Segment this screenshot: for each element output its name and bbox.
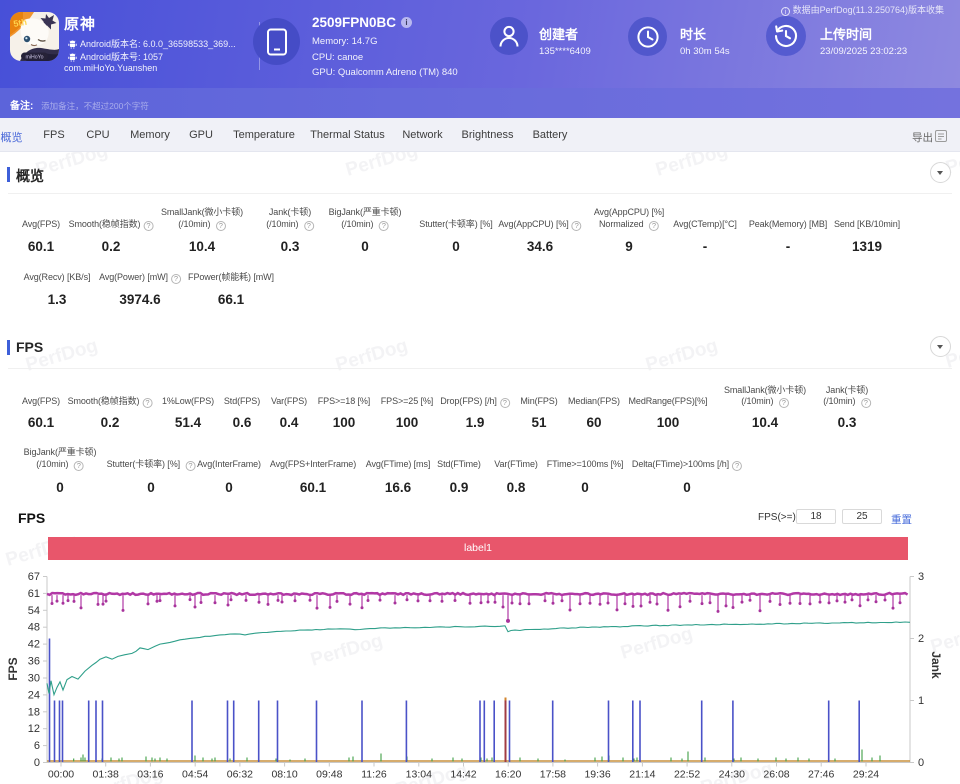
- svg-text:54: 54: [28, 605, 40, 617]
- svg-text:48: 48: [28, 622, 40, 634]
- svg-text:2: 2: [918, 633, 924, 645]
- svg-text:6: 6: [34, 740, 40, 752]
- svg-text:0: 0: [34, 757, 40, 769]
- svg-text:61: 61: [28, 588, 40, 600]
- svg-text:67: 67: [28, 571, 40, 583]
- svg-text:00:00: 00:00: [48, 769, 74, 781]
- svg-text:03:16: 03:16: [137, 769, 163, 781]
- svg-text:18: 18: [28, 706, 40, 718]
- svg-text:Jank: Jank: [929, 651, 943, 679]
- svg-text:09:48: 09:48: [316, 769, 342, 781]
- svg-text:30: 30: [28, 673, 40, 685]
- svg-text:08:10: 08:10: [271, 769, 297, 781]
- svg-text:36: 36: [28, 656, 40, 668]
- svg-text:1: 1: [918, 695, 924, 707]
- svg-text:19:36: 19:36: [584, 769, 610, 781]
- svg-text:16:20: 16:20: [495, 769, 521, 781]
- svg-text:17:58: 17:58: [540, 769, 566, 781]
- svg-text:21:14: 21:14: [629, 769, 655, 781]
- svg-text:miHoYo: miHoYo: [26, 54, 44, 60]
- svg-text:29:24: 29:24: [853, 769, 879, 781]
- svg-text:11:26: 11:26: [361, 769, 387, 781]
- svg-text:14:42: 14:42: [450, 769, 476, 781]
- svg-text:FPS: FPS: [6, 657, 20, 680]
- svg-text:3: 3: [918, 571, 924, 583]
- svg-text:24: 24: [28, 689, 40, 701]
- svg-text:42: 42: [28, 639, 40, 651]
- svg-text:22:52: 22:52: [674, 769, 700, 781]
- svg-text:13:04: 13:04: [406, 769, 432, 781]
- svg-text:12: 12: [28, 723, 40, 735]
- svg-text:06:32: 06:32: [227, 769, 253, 781]
- svg-text:24:30: 24:30: [719, 769, 745, 781]
- svg-text:26:08: 26:08: [763, 769, 789, 781]
- svg-text:0: 0: [918, 757, 924, 769]
- svg-text:01:38: 01:38: [93, 769, 119, 781]
- svg-text:27:46: 27:46: [808, 769, 834, 781]
- svg-text:04:54: 04:54: [182, 769, 208, 781]
